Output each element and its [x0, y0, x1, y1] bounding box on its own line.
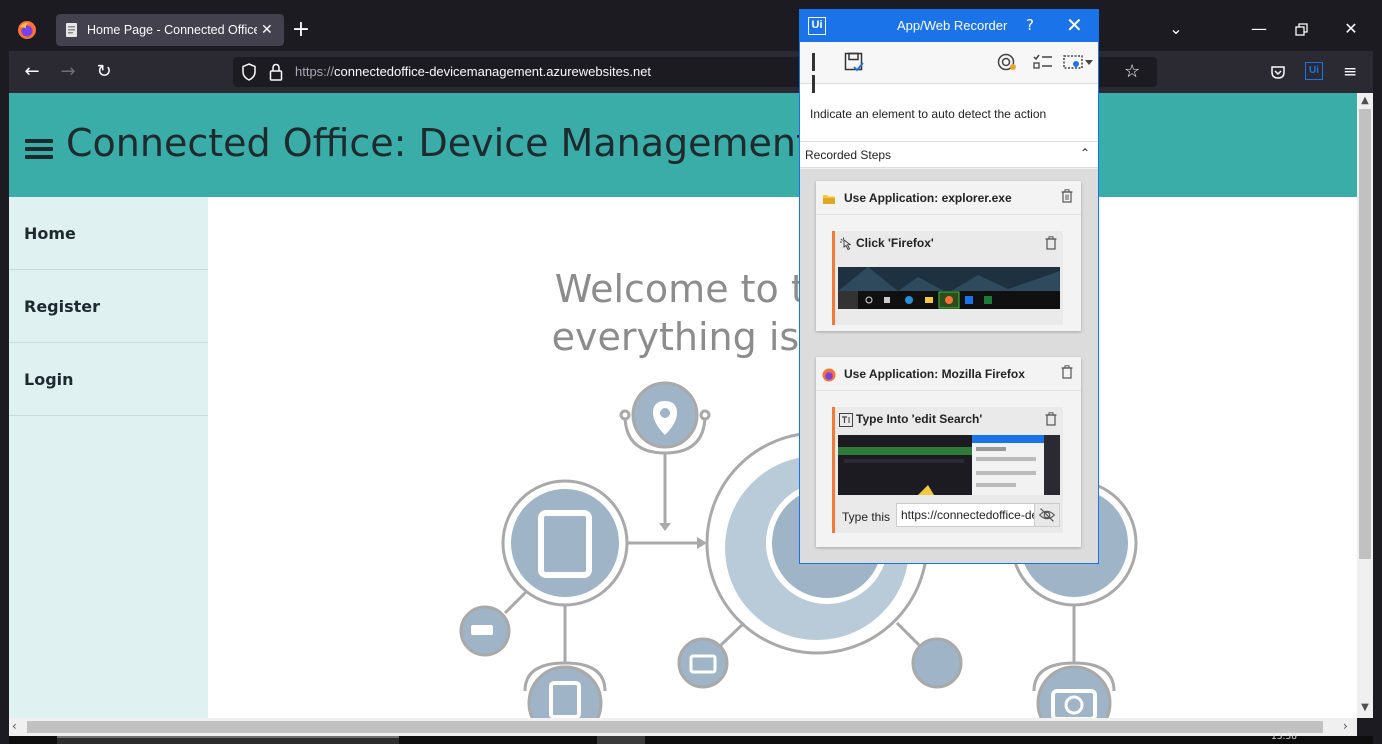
- recorder-toolbar: [800, 42, 1098, 93]
- scroll-left-icon[interactable]: ‹: [12, 719, 17, 733]
- type-this-row: Type this https://connectedoffice-device…: [835, 501, 1063, 531]
- trash-icon[interactable]: [1061, 365, 1073, 379]
- recorded-steps-header[interactable]: Recorded Steps ⌃: [800, 142, 1098, 168]
- step-header: Use Application: Mozilla Firefox: [816, 357, 1081, 391]
- type-screenshot-thumbnail[interactable]: [838, 435, 1060, 495]
- back-arrow-icon[interactable]: ←: [21, 61, 43, 82]
- horizontal-scrollbar[interactable]: ‹ ›: [9, 718, 1357, 736]
- reload-icon[interactable]: ↻: [93, 61, 115, 82]
- click-screenshot-thumbnail[interactable]: [838, 267, 1060, 309]
- tab-close-icon[interactable]: ✕: [261, 22, 273, 38]
- hamburger-menu-icon[interactable]: [25, 139, 53, 159]
- recorded-steps-list: Use Application: explorer.exe Click 'Fir…: [800, 169, 1098, 563]
- action-click-firefox[interactable]: Click 'Firefox': [832, 231, 1063, 325]
- recorded-steps-label: Recorded Steps: [805, 148, 892, 162]
- restore-icon[interactable]: [1295, 23, 1309, 37]
- vertical-scrollbar[interactable]: ▲ ▼: [1357, 93, 1373, 718]
- action-header: Click 'Firefox': [835, 231, 1063, 257]
- new-tab-button[interactable]: +: [289, 17, 313, 42]
- chevron-up-icon[interactable]: ⌃: [1080, 146, 1090, 160]
- firefox-icon: [822, 368, 836, 382]
- taskbar: 13:58: [9, 732, 1373, 744]
- trash-icon[interactable]: [1045, 412, 1057, 426]
- tab-title: Home Page - Connected Office: [87, 23, 257, 37]
- action-label: Type Into 'edit Search': [856, 412, 983, 426]
- forward-arrow-icon[interactable]: →: [57, 61, 79, 82]
- recorder-hint: Indicate an element to auto detect the a…: [800, 84, 1098, 142]
- action-type-into-search[interactable]: Type Into 'edit Search' Type this https:…: [832, 407, 1063, 533]
- recorder-title-bar: Ui App/Web Recorder ? ✕: [800, 10, 1098, 42]
- vertical-scroll-thumb[interactable]: [1359, 109, 1371, 559]
- sidebar-item-register[interactable]: Register: [9, 270, 208, 343]
- lock-icon[interactable]: [269, 63, 283, 81]
- url-host: connectedoffice-devicemanagement.azurewe…: [334, 64, 652, 79]
- url-bar[interactable]: https://connectedoffice-devicemanagement…: [233, 57, 803, 87]
- step-header: Use Application: explorer.exe: [816, 181, 1081, 215]
- scroll-down-icon[interactable]: ▼: [1359, 702, 1371, 716]
- folder-icon: [823, 195, 835, 204]
- sidebar-item-home[interactable]: Home: [9, 197, 208, 270]
- browser-nav-bar: ← → ↻ https://connectedoffice-devicemana…: [9, 51, 1373, 93]
- shield-icon[interactable]: [241, 63, 257, 81]
- taskbar-app[interactable]: [597, 736, 645, 744]
- pocket-icon[interactable]: [1270, 64, 1286, 80]
- action-header: Type Into 'edit Search': [835, 407, 1063, 433]
- site-header: Connected Office: Device Management: [9, 93, 1357, 197]
- trash-icon[interactable]: [1045, 236, 1057, 250]
- horizontal-scroll-thumb[interactable]: [27, 721, 1323, 733]
- pause-icon[interactable]: [812, 53, 826, 93]
- app-web-recorder-window: Ui App/Web Recorder ? ✕ Indicate an elem…: [799, 9, 1099, 564]
- screen: Home Page - Connected Office ✕ + ⌄ — ✕ ←…: [0, 0, 1382, 744]
- auto-detect-target-icon[interactable]: [996, 52, 1018, 72]
- menu-icon[interactable]: ≡: [1343, 62, 1357, 82]
- action-label: Click 'Firefox': [856, 236, 934, 250]
- screen-recording-dropdown-icon[interactable]: [1062, 52, 1094, 72]
- sidebar-nav: Home Register Login: [9, 197, 208, 718]
- taskbar-app-firefox[interactable]: [57, 736, 399, 744]
- page-favicon-icon: [66, 23, 77, 37]
- recorder-close-button[interactable]: ✕: [1066, 13, 1083, 37]
- firefox-logo-icon[interactable]: [17, 20, 37, 40]
- type-into-icon: [839, 413, 853, 427]
- bookmark-star-icon[interactable]: ☆: [1124, 61, 1140, 82]
- browser-tab-bar: Home Page - Connected Office ✕ + ⌄ — ✕: [9, 9, 1373, 51]
- eye-hidden-icon[interactable]: [1034, 503, 1060, 527]
- window-close-icon[interactable]: ✕: [1341, 19, 1361, 38]
- page-title: Connected Office: Device Management: [66, 121, 811, 165]
- step-use-application-explorer[interactable]: Use Application: explorer.exe Click 'Fir…: [816, 181, 1081, 331]
- step-use-application-firefox[interactable]: Use Application: Mozilla Firefox Type In…: [816, 357, 1081, 547]
- save-and-exit-icon[interactable]: [844, 52, 864, 72]
- tab-home-page[interactable]: Home Page - Connected Office ✕: [56, 14, 284, 46]
- minimize-icon[interactable]: —: [1249, 19, 1269, 38]
- web-page: Connected Office: Device Management Home…: [9, 93, 1357, 718]
- help-button[interactable]: ?: [1026, 16, 1034, 34]
- uipath-logo-icon: Ui: [808, 17, 826, 35]
- trash-icon[interactable]: [1061, 189, 1073, 203]
- click-icon: [840, 237, 852, 251]
- scroll-up-icon[interactable]: ▲: [1359, 95, 1371, 109]
- taskbar-clock: 13:58: [1271, 732, 1297, 742]
- uipath-extension-icon[interactable]: Ui: [1305, 62, 1323, 80]
- recorder-title: App/Web Recorder: [897, 18, 1008, 33]
- step-label: Use Application: Mozilla Firefox: [844, 367, 1025, 381]
- url-protocol: https://: [295, 64, 335, 79]
- type-this-label: Type this: [842, 510, 891, 524]
- checklist-icon[interactable]: [1032, 52, 1054, 72]
- step-label: Use Application: explorer.exe: [844, 191, 1012, 205]
- url-text[interactable]: https://connectedoffice-devicemanagement…: [295, 64, 651, 79]
- scroll-right-icon[interactable]: ›: [1343, 719, 1348, 733]
- sidebar-item-login[interactable]: Login: [9, 343, 208, 416]
- tab-list-icon[interactable]: ⌄: [1166, 19, 1186, 38]
